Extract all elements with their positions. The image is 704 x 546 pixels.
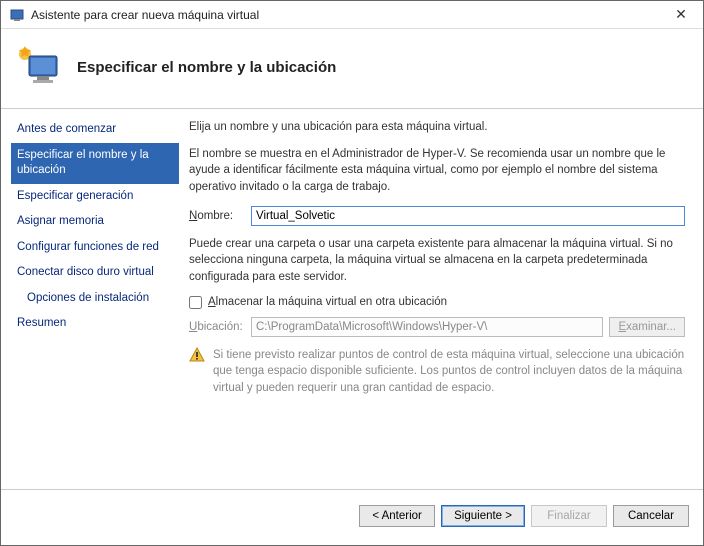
- header-icon: [15, 44, 63, 92]
- location-input: [251, 317, 603, 337]
- header: Especificar el nombre y la ubicación: [1, 29, 703, 109]
- nav-name-location[interactable]: Especificar el nombre y la ubicación: [11, 143, 179, 184]
- intro-text: Elija un nombre y una ubicación para est…: [189, 119, 685, 136]
- wizard-window: Asistente para crear nueva máquina virtu…: [0, 0, 704, 546]
- app-icon: [9, 7, 25, 23]
- warning-text: Si tiene previsto realizar puntos de con…: [213, 347, 685, 397]
- warning-row: Si tiene previsto realizar puntos de con…: [189, 347, 685, 397]
- cancel-button[interactable]: Cancelar: [613, 505, 689, 527]
- nav-hard-disk[interactable]: Conectar disco duro virtual: [11, 260, 179, 286]
- titlebar: Asistente para crear nueva máquina virtu…: [1, 1, 703, 29]
- store-other-label: Almacenar la máquina virtual en otra ubi…: [208, 296, 447, 308]
- page-title: Especificar el nombre y la ubicación: [77, 59, 336, 76]
- name-row: Nombre:: [189, 206, 685, 226]
- sidebar: Antes de comenzar Especificar el nombre …: [1, 109, 179, 489]
- nav-summary[interactable]: Resumen: [11, 311, 179, 337]
- location-row: Ubicación: Examinar...: [189, 317, 685, 337]
- close-button[interactable]: ✕: [667, 6, 695, 23]
- nav-before-begin[interactable]: Antes de comenzar: [11, 117, 179, 143]
- nav-network[interactable]: Configurar funciones de red: [11, 235, 179, 261]
- desc-text: El nombre se muestra en el Administrador…: [189, 146, 685, 196]
- finish-button: Finalizar: [531, 505, 607, 527]
- warning-icon: [189, 347, 205, 363]
- main-panel: Elija un nombre y una ubicación para est…: [179, 109, 703, 489]
- nav-memory[interactable]: Asignar memoria: [11, 209, 179, 235]
- browse-button: Examinar...: [609, 317, 685, 337]
- name-input[interactable]: [251, 206, 685, 226]
- store-other-checkbox[interactable]: [189, 296, 202, 309]
- name-label: Nombre:: [189, 210, 251, 222]
- nav-generation[interactable]: Especificar generación: [11, 184, 179, 210]
- store-other-row: Almacenar la máquina virtual en otra ubi…: [189, 296, 685, 309]
- body: Antes de comenzar Especificar el nombre …: [1, 109, 703, 489]
- folder-desc: Puede crear una carpeta o usar una carpe…: [189, 236, 685, 286]
- prev-button[interactable]: < Anterior: [359, 505, 435, 527]
- location-label: Ubicación:: [189, 321, 251, 333]
- window-title: Asistente para crear nueva máquina virtu…: [31, 8, 667, 22]
- nav-install-options[interactable]: Opciones de instalación: [11, 286, 179, 312]
- footer: < Anterior Siguiente > Finalizar Cancela…: [1, 489, 703, 541]
- next-button[interactable]: Siguiente >: [441, 505, 525, 527]
